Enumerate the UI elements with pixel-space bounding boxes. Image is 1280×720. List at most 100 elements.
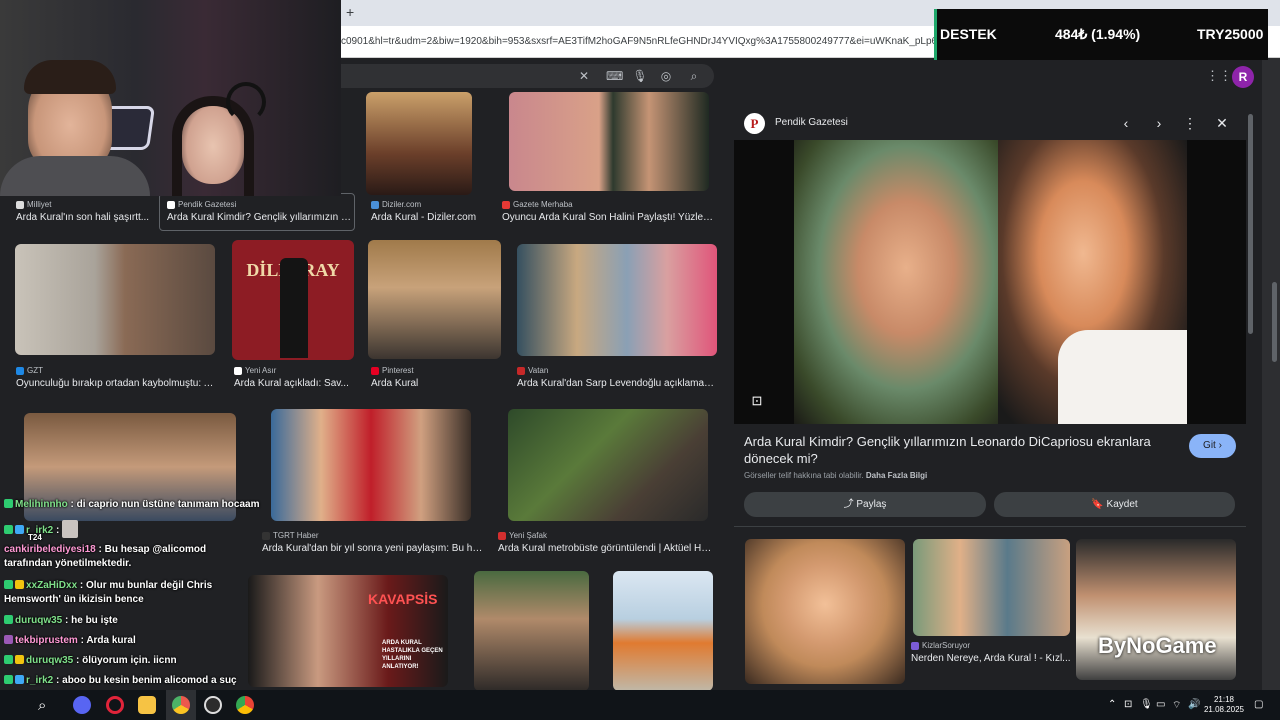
opera-icon[interactable] (106, 696, 124, 714)
related-source: KizlarSoruyor (911, 641, 970, 650)
related-image-thumbnail[interactable] (913, 539, 1070, 636)
chat-message: duruqw35 : he bu işte (4, 614, 118, 628)
watermark-text: ByNoGame (1098, 633, 1217, 658)
related-image-thumbnail[interactable]: ByNoGame (1076, 539, 1236, 680)
close-panel-icon[interactable]: ✕ (1213, 114, 1231, 132)
chat-message: r_irk2 : aboo bu kesin benim alicomod a … (4, 674, 237, 688)
result-source: Diziler.com (371, 200, 421, 209)
search-icon[interactable]: ⌕ (38, 697, 56, 715)
microphone-icon[interactable]: 🎙 (632, 68, 648, 84)
streamer-hair-1 (24, 60, 116, 94)
image-result-thumbnail[interactable] (271, 409, 471, 521)
result-title[interactable]: Arda Kural'dan Sarp Levendoğlu açıklamas… (517, 378, 715, 389)
divider (734, 526, 1246, 527)
previous-arrow-icon[interactable]: ‹ (1117, 114, 1135, 132)
device-icon[interactable]: ⊡ (1124, 699, 1132, 710)
address-text[interactable]: c0901&hl=tr&udm=2&biw=1920&bih=953&sxsrf… (341, 36, 941, 47)
clock-time: 21:18 (1213, 695, 1235, 704)
new-tab-button[interactable]: + (346, 4, 354, 20)
wifi-icon[interactable]: ⌔ (1172, 699, 1181, 712)
image-result-thumbnail[interactable] (509, 92, 709, 191)
preview-image-left[interactable] (794, 140, 998, 424)
obs-icon[interactable] (204, 696, 222, 714)
result-title[interactable]: Arda Kural (371, 378, 491, 389)
notification-icon[interactable]: ▢ (1254, 699, 1263, 710)
result-source: Yeni Şafak (498, 531, 547, 540)
image-result-thumbnail[interactable] (366, 92, 472, 195)
result-title[interactable]: Arda Kural Kimdir? Gençlik yıllarımızın … (167, 212, 352, 223)
result-source: Milliyet (16, 200, 51, 209)
preview-image-right[interactable] (998, 140, 1187, 424)
preview-title[interactable]: Arda Kural Kimdir? Gençlik yıllarımızın … (744, 433, 1174, 467)
close-icon[interactable]: ✕ (576, 68, 592, 84)
share-label: Paylaş (856, 499, 887, 510)
related-title[interactable]: Nerden Nereye, Arda Kural ! - Kızl... (911, 653, 1071, 664)
save-label: Kaydet (1106, 499, 1138, 510)
donation-label: DESTEK (940, 26, 997, 42)
donation-goal-widget: DESTEK 484₺ (1.94%) TRY25000 (934, 9, 1268, 60)
image-result-thumbnail[interactable] (508, 409, 708, 521)
image-result-thumbnail[interactable] (15, 244, 215, 355)
battery-icon[interactable]: ▭ (1156, 699, 1165, 710)
copyright-notice: Görseller telif hakkına tabi olabilir. D… (744, 471, 927, 480)
banner-text: ARDA KURAL HASTALIKLA GEÇEN YILLARINI AN… (382, 640, 443, 670)
clock-date: 21.08.2025 (1203, 705, 1245, 714)
microphone-tray-icon[interactable]: 🎙 (1140, 699, 1153, 710)
source-favicon: P (744, 113, 765, 134)
image-result-thumbnail[interactable]: DİLBERAY (232, 240, 354, 360)
more-options-icon[interactable]: ⋮ (1181, 114, 1199, 132)
image-result-thumbnail[interactable] (517, 244, 717, 356)
panel-source-name[interactable]: Pendik Gazetesi (775, 117, 848, 128)
result-title[interactable]: Arda Kural'dan bir yıl sonra yeni paylaş… (262, 543, 484, 554)
result-source: GZT (16, 366, 43, 375)
chat-message: xxZaHiDxx : Olur mu bunlar değil Chris H… (4, 580, 213, 605)
result-source: Pinterest (371, 366, 414, 375)
webcam-overlay (0, 0, 341, 196)
person-figure (280, 258, 308, 358)
result-title[interactable]: Oyunculuğu bırakıp ortadan kaybolmuştu: … (16, 378, 216, 389)
page-scrollbar-thumb[interactable] (1272, 282, 1277, 362)
image-result-thumbnail[interactable] (613, 571, 713, 691)
share-button[interactable]: ⤴ Paylaş (744, 492, 986, 517)
tray-expand-icon[interactable]: ⌃ (1108, 699, 1116, 710)
result-source: Yeni Asır (234, 366, 276, 375)
bookmark-icon: 🔖 (1091, 499, 1104, 510)
next-arrow-icon[interactable]: › (1150, 114, 1168, 132)
chat-message: tekbiprustem : Arda kural (4, 634, 136, 648)
result-source: Gazete Merhaba (502, 200, 573, 209)
banner-text: KAVAPSİS (368, 591, 438, 607)
result-title[interactable]: Arda Kural'ın son hali şaşırtt... (16, 212, 151, 223)
headphones (226, 82, 266, 122)
result-title[interactable]: Arda Kural - Diziler.com (371, 212, 501, 223)
result-source: TGRT Haber (262, 531, 319, 540)
image-result-thumbnail[interactable] (474, 571, 589, 691)
save-button[interactable]: 🔖 Kaydet (994, 492, 1235, 517)
search-icon[interactable]: ⌕ (686, 68, 702, 84)
lens-icon[interactable]: ◎ (658, 68, 674, 84)
keyboard-icon[interactable]: ⌨ (606, 68, 623, 84)
lens-search-icon[interactable]: ⊡ (749, 393, 765, 409)
result-source: Vatan (517, 366, 548, 375)
white-shirt (1058, 330, 1187, 424)
image-result-thumbnail[interactable] (368, 240, 501, 359)
account-avatar[interactable]: R (1232, 66, 1254, 88)
result-source: Pendik Gazetesi (167, 200, 236, 209)
chrome-icon[interactable] (236, 696, 254, 714)
learn-more-link[interactable]: Daha Fazla Bilgi (866, 471, 927, 480)
discord-icon[interactable] (73, 696, 91, 714)
visit-button[interactable]: Git › (1189, 434, 1236, 458)
related-image-thumbnail[interactable] (745, 539, 905, 684)
apps-grid-icon[interactable]: ⋮⋮ (1206, 68, 1232, 84)
page-scrollbar-track[interactable] (1262, 58, 1280, 690)
copyright-text: Görseller telif hakkına tabi olabilir. (744, 471, 864, 480)
donation-goal: TRY25000 (1197, 26, 1264, 42)
donation-amount: 484₺ (1.94%) (1055, 26, 1141, 42)
chat-message: Melihinnho : di caprio nun üstüne tanıma… (4, 498, 259, 512)
file-explorer-icon[interactable] (138, 696, 156, 714)
panel-scrollbar[interactable] (1248, 114, 1253, 334)
result-title[interactable]: Arda Kural metrobüste görüntülendi | Akt… (498, 543, 716, 554)
result-title[interactable]: Arda Kural açıkladı: Sav... (234, 378, 354, 389)
result-title[interactable]: Oyuncu Arda Kural Son Halini Paylaştı! Y… (502, 212, 714, 223)
image-result-thumbnail[interactable]: KAVAPSİS ARDA KURAL HASTALIKLA GEÇEN YIL… (248, 575, 448, 687)
system-clock[interactable]: 21:18 21.08.2025 (1198, 695, 1250, 715)
